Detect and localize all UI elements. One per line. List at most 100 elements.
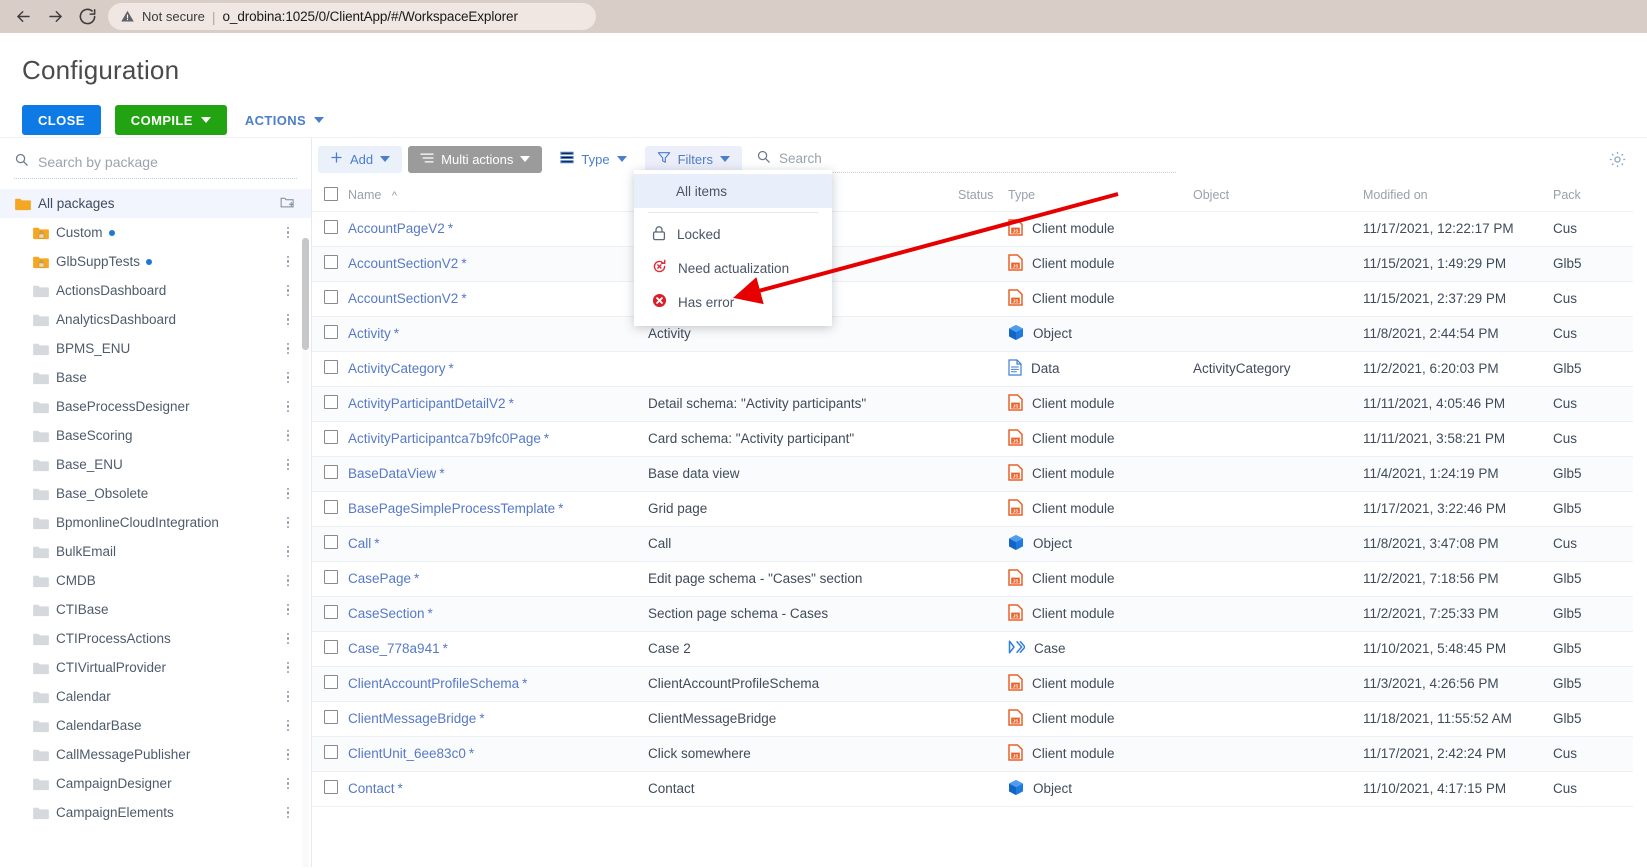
sidebar-item-callmessagepublisher[interactable]: CallMessagePublisher bbox=[0, 740, 311, 769]
schema-name-link[interactable]: Activity bbox=[348, 326, 391, 341]
table-row[interactable]: AccountSectionV2*SeJSClient module11/15/… bbox=[312, 281, 1633, 317]
sidebar-item-menu-icon[interactable] bbox=[281, 806, 295, 819]
sidebar-item-bulkemail[interactable]: BulkEmail bbox=[0, 537, 311, 566]
cell-name[interactable]: AccountPageV2 * bbox=[348, 211, 648, 247]
filters-dropdown-menu[interactable]: All items Locked Need actualization Has err… bbox=[634, 170, 832, 326]
schema-name-link[interactable]: Call bbox=[348, 536, 371, 551]
table-row[interactable]: ActivityParticipantDetailV2 * Detail schem… bbox=[312, 386, 1633, 422]
schema-name-link[interactable]: CaseSection bbox=[348, 606, 425, 621]
column-header-package[interactable]: Pack bbox=[1553, 180, 1633, 212]
schema-name-link[interactable]: Case_778a941 bbox=[348, 641, 440, 656]
row-checkbox[interactable] bbox=[324, 325, 338, 339]
row-checkbox[interactable] bbox=[324, 220, 338, 234]
table-row[interactable]: Contact * Contact Object 11/10/2021, 4:17:15… bbox=[312, 771, 1633, 807]
table-row[interactable]: CaseSection * Section page schema - Cases J… bbox=[312, 596, 1633, 632]
sidebar-item-campaignelements[interactable]: CampaignElements bbox=[0, 798, 311, 827]
table-row[interactable]: ActivityCategory * Data ActivityCategory 11/… bbox=[312, 351, 1633, 387]
sidebar-item-ctivirtualprovider[interactable]: CTIVirtualProvider bbox=[0, 653, 311, 682]
column-header-status[interactable]: Status bbox=[958, 180, 1008, 212]
sidebar-item-actionsdashboard[interactable]: ActionsDashboard bbox=[0, 276, 311, 305]
sidebar-item-menu-icon[interactable] bbox=[281, 487, 295, 500]
table-row[interactable]: BaseDataView * Base data view JS Client modu… bbox=[312, 456, 1633, 492]
sidebar-item-menu-icon[interactable] bbox=[281, 516, 295, 529]
row-checkbox[interactable] bbox=[324, 430, 338, 444]
cell-name[interactable]: Activity * bbox=[348, 316, 648, 352]
column-header-type[interactable]: Type bbox=[1008, 180, 1193, 212]
gear-icon[interactable] bbox=[1608, 150, 1627, 169]
cell-name[interactable]: BaseDataView * bbox=[348, 456, 648, 492]
schema-name-link[interactable]: AccountPageV2 bbox=[348, 221, 445, 236]
filter-menu-item-locked[interactable]: Locked bbox=[634, 217, 832, 251]
filter-menu-item-need-actualization[interactable]: Need actualization bbox=[634, 251, 832, 285]
cell-name[interactable]: AccountSectionV2 * bbox=[348, 246, 648, 282]
sidebar-item-menu-icon[interactable] bbox=[281, 313, 295, 326]
sidebar-scrollbar-thumb[interactable] bbox=[302, 238, 309, 350]
column-header-object[interactable]: Object bbox=[1193, 180, 1363, 212]
cell-name[interactable]: ActivityParticipantca7b9fc0Page * bbox=[348, 421, 648, 457]
package-search-input[interactable]: Search by package bbox=[14, 152, 297, 179]
sidebar-item-menu-icon[interactable] bbox=[281, 777, 295, 790]
cell-name[interactable]: ClientAccountProfileSchema * bbox=[348, 666, 648, 702]
sidebar-item-menu-icon[interactable] bbox=[281, 603, 295, 616]
sidebar-item-menu-icon[interactable] bbox=[281, 226, 295, 239]
table-row[interactable]: ClientAccountProfileSchema * ClientAccount… bbox=[312, 666, 1633, 702]
table-row[interactable]: ActivityParticipantca7b9fc0Page * Card sch… bbox=[312, 421, 1633, 457]
table-row[interactable]: Call * Call Object 11/8/2021, 3:47:08 PM Cus bbox=[312, 526, 1633, 562]
table-row[interactable]: CasePage * Edit page schema - "Cases" sect… bbox=[312, 561, 1633, 597]
schema-name-link[interactable]: ClientUnit_6ee83c0 bbox=[348, 746, 466, 761]
sidebar-item-bpms-enu[interactable]: BPMS_ENU bbox=[0, 334, 311, 363]
sidebar-item-menu-icon[interactable] bbox=[281, 255, 295, 268]
sidebar-item-menu-icon[interactable] bbox=[281, 371, 295, 384]
table-row[interactable]: Case_778a941 * Case 2 Case 11/10/2021, 5:48:… bbox=[312, 631, 1633, 667]
schema-name-link[interactable]: BaseDataView bbox=[348, 466, 436, 481]
schema-name-link[interactable]: ClientMessageBridge bbox=[348, 711, 476, 726]
row-checkbox[interactable] bbox=[324, 710, 338, 724]
actions-button[interactable]: ACTIONS bbox=[241, 105, 328, 135]
sidebar-item-ctibase[interactable]: CTIBase bbox=[0, 595, 311, 624]
schema-name-link[interactable]: ActivityParticipantDetailV2 bbox=[348, 396, 506, 411]
sidebar-item-menu-icon[interactable] bbox=[281, 429, 295, 442]
grid-search-input[interactable]: Search bbox=[755, 146, 1176, 173]
back-arrow-icon[interactable] bbox=[8, 3, 38, 31]
row-checkbox[interactable] bbox=[324, 640, 338, 654]
row-checkbox[interactable] bbox=[324, 465, 338, 479]
schema-name-link[interactable]: AccountSectionV2 bbox=[348, 291, 458, 306]
sidebar-item-menu-icon[interactable] bbox=[281, 574, 295, 587]
row-checkbox[interactable] bbox=[324, 290, 338, 304]
sidebar-item-menu-icon[interactable] bbox=[281, 719, 295, 732]
filter-menu-item-has-error[interactable]: Has error bbox=[634, 285, 832, 319]
row-checkbox[interactable] bbox=[324, 535, 338, 549]
sidebar-item-basescoring[interactable]: BaseScoring bbox=[0, 421, 311, 450]
sidebar-item-menu-icon[interactable] bbox=[281, 458, 295, 471]
row-checkbox[interactable] bbox=[324, 780, 338, 794]
cell-name[interactable]: ClientMessageBridge * bbox=[348, 701, 648, 737]
row-checkbox[interactable] bbox=[324, 605, 338, 619]
sidebar-item-campaigndesigner[interactable]: CampaignDesigner bbox=[0, 769, 311, 798]
cell-name[interactable]: Call * bbox=[348, 526, 648, 562]
table-row[interactable]: ClientUnit_6ee83c0 * Click somewhere JS Clie… bbox=[312, 736, 1633, 772]
row-checkbox[interactable] bbox=[324, 500, 338, 514]
table-row[interactable]: AccountPageV2*Ст…гентаJSClient module11/… bbox=[312, 211, 1633, 247]
sidebar-item-menu-icon[interactable] bbox=[281, 661, 295, 674]
cell-name[interactable]: Contact * bbox=[348, 771, 648, 807]
select-all-checkbox[interactable] bbox=[324, 186, 338, 201]
schema-name-link[interactable]: CasePage bbox=[348, 571, 411, 586]
schema-name-link[interactable]: AccountSectionV2 bbox=[348, 256, 458, 271]
sidebar-item-bpmonlinecloudintegration[interactable]: BpmonlineCloudIntegration bbox=[0, 508, 311, 537]
filter-menu-item-all-items[interactable]: All items bbox=[634, 174, 832, 208]
row-checkbox[interactable] bbox=[324, 675, 338, 689]
sidebar-item-menu-icon[interactable] bbox=[281, 690, 295, 703]
sidebar-item-menu-icon[interactable] bbox=[281, 748, 295, 761]
cell-name[interactable]: Case_778a941 * bbox=[348, 631, 648, 667]
sidebar-item-base-obsolete[interactable]: Base_Obsolete bbox=[0, 479, 311, 508]
row-checkbox[interactable] bbox=[324, 570, 338, 584]
column-header-modified-on[interactable]: Modified on bbox=[1363, 180, 1553, 212]
sidebar-item-calendar[interactable]: Calendar bbox=[0, 682, 311, 711]
table-row[interactable]: ClientMessageBridge * ClientMessageBridge J… bbox=[312, 701, 1633, 737]
sidebar-item-menu-icon[interactable] bbox=[281, 545, 295, 558]
sidebar-item-base[interactable]: Base bbox=[0, 363, 311, 392]
cell-name[interactable]: CasePage * bbox=[348, 561, 648, 597]
cell-name[interactable]: BasePageSimpleProcessTemplate * bbox=[348, 491, 648, 527]
sidebar-item-menu-icon[interactable] bbox=[281, 400, 295, 413]
sidebar-item-ctiprocessactions[interactable]: CTIProcessActions bbox=[0, 624, 311, 653]
